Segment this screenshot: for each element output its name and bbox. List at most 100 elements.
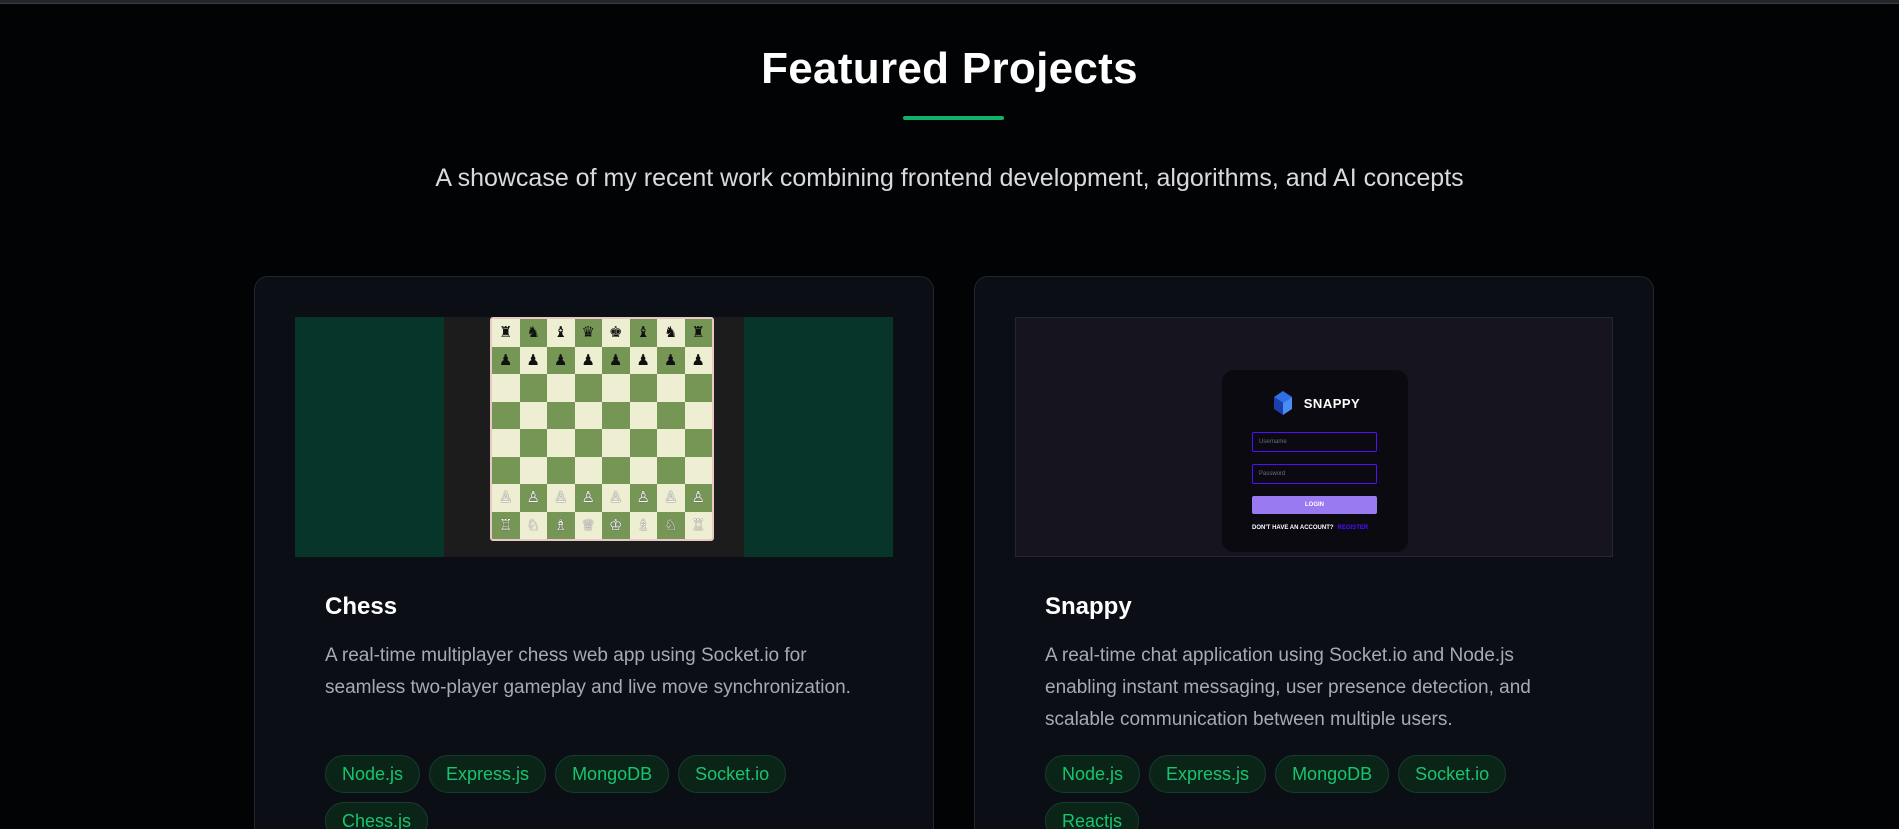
- chess-square: ♗: [547, 511, 575, 539]
- chess-square: ♗: [629, 511, 657, 539]
- snappy-login-box: SNAPPY Username Password LOGIN DON'T HAV…: [1222, 370, 1408, 552]
- tech-tag: MongoDB: [555, 755, 670, 793]
- chess-piece: ♟: [499, 350, 513, 369]
- chess-square: ♟: [657, 346, 685, 374]
- chess-square: ♜: [684, 319, 712, 347]
- tag-list: Node.js Express.js MongoDB Socket.io Che…: [325, 755, 885, 829]
- chess-piece: ♝: [554, 323, 568, 342]
- chess-piece: ♙: [664, 488, 678, 507]
- chess-square: ♜: [492, 319, 520, 347]
- project-title: Chess: [325, 593, 398, 620]
- chess-piece: ♟: [526, 350, 540, 369]
- chess-square: ♝: [547, 319, 575, 347]
- chess-square: [684, 374, 712, 402]
- chess-square: ♟: [492, 346, 520, 374]
- chess-piece: ♙: [581, 488, 595, 507]
- project-card-snappy[interactable]: SNAPPY Username Password LOGIN DON'T HAV…: [974, 276, 1654, 829]
- chess-square: ♙: [602, 484, 630, 512]
- chess-square: ♟: [684, 346, 712, 374]
- chess-square: [684, 456, 712, 484]
- tech-tag: Reactjs: [1045, 802, 1140, 829]
- snappy-brand: SNAPPY: [1222, 388, 1408, 418]
- chess-square: [629, 401, 657, 429]
- login-button: LOGIN: [1252, 496, 1377, 514]
- chess-piece: ♗: [554, 515, 568, 534]
- chess-piece: ♔: [609, 515, 623, 534]
- chess-square: [519, 429, 547, 457]
- chess-square: [684, 401, 712, 429]
- chess-piece: ♙: [499, 488, 513, 507]
- tech-tag: Express.js: [429, 755, 547, 793]
- chess-piece: ♟: [609, 350, 623, 369]
- chess-square: [574, 429, 602, 457]
- chess-square: [629, 429, 657, 457]
- chess-square: ♙: [574, 484, 602, 512]
- top-divider: [0, 0, 1899, 4]
- chess-square: [519, 374, 547, 402]
- chess-square: [547, 374, 575, 402]
- chess-square: ♘: [519, 511, 547, 539]
- chess-square: [547, 429, 575, 457]
- chess-square: [574, 456, 602, 484]
- chess-square: [657, 429, 685, 457]
- chess-piece: ♛: [581, 323, 595, 342]
- chess-piece: ♙: [636, 488, 650, 507]
- project-preview-snappy: SNAPPY Username Password LOGIN DON'T HAV…: [1015, 317, 1613, 557]
- chess-square: ♛: [574, 319, 602, 347]
- chess-square: ♖: [684, 511, 712, 539]
- chess-piece: ♜: [499, 323, 513, 342]
- project-card-chess[interactable]: ♜ ♞ ♝ ♛ ♚ ♝ ♞ ♜ ♟ ♟ ♟ ♟ ♟ ♟ ♟ ♟ ♙ ♙ ♙ ♙ ♙ ♙ ♙ ♙ ♖ ♘ ♗ ♕ ♔ ♗ ♘ ♖ Chess A…: [254, 276, 934, 829]
- chess-square: ♙: [519, 484, 547, 512]
- chess-piece: ♘: [526, 515, 540, 534]
- section-subtitle: A showcase of my recent work combining f…: [435, 164, 1464, 192]
- chess-piece: ♝: [636, 323, 650, 342]
- chess-square: ♙: [547, 484, 575, 512]
- chess-square: [547, 401, 575, 429]
- chess-square: ♙: [684, 484, 712, 512]
- chess-square: [519, 456, 547, 484]
- chess-square: ♘: [657, 511, 685, 539]
- chess-square: ♚: [602, 319, 630, 347]
- project-title: Snappy: [1045, 593, 1132, 620]
- chess-square: [492, 374, 520, 402]
- chess-square: [629, 374, 657, 402]
- register-link: REGISTER: [1337, 525, 1369, 531]
- chess-piece: ♟: [664, 350, 678, 369]
- chess-square: ♙: [657, 484, 685, 512]
- chess-piece: ♙: [554, 488, 568, 507]
- chess-square: ♟: [519, 346, 547, 374]
- chess-square: ♙: [492, 484, 520, 512]
- tech-tag: Node.js: [1045, 755, 1141, 793]
- chess-piece: ♕: [581, 515, 595, 534]
- chess-piece: ♞: [526, 323, 540, 342]
- tech-tag: Chess.js: [325, 802, 429, 829]
- chess-square: ♟: [629, 346, 657, 374]
- password-field: Password: [1252, 464, 1377, 484]
- chess-piece: ♟: [636, 350, 650, 369]
- login-footer: DON'T HAVE AN ACCOUNT? REGISTER: [1252, 525, 1368, 531]
- title-underline: [903, 116, 1004, 120]
- chess-square: [629, 456, 657, 484]
- chess-square: ♟: [602, 346, 630, 374]
- username-field: Username: [1252, 432, 1377, 452]
- snappy-brand-name: SNAPPY: [1303, 395, 1361, 411]
- chess-square: [602, 456, 630, 484]
- login-footer-text: DON'T HAVE AN ACCOUNT?: [1252, 525, 1334, 531]
- tech-tag: Node.js: [325, 755, 421, 793]
- chess-square: [602, 429, 630, 457]
- chess-square: ♝: [629, 319, 657, 347]
- chess-square: [574, 374, 602, 402]
- chess-piece: ♙: [691, 488, 705, 507]
- chess-piece: ♚: [609, 323, 623, 342]
- chess-piece: ♙: [609, 488, 623, 507]
- chess-piece: ♗: [636, 515, 650, 534]
- chess-square: [574, 401, 602, 429]
- chess-piece: ♟: [554, 350, 568, 369]
- tech-tag: Socket.io: [678, 755, 787, 793]
- chess-square: [547, 456, 575, 484]
- chess-square: ♟: [547, 346, 575, 374]
- chess-square: [657, 374, 685, 402]
- chess-square: [602, 374, 630, 402]
- project-description: A real-time multiplayer chess web app us…: [325, 645, 851, 698]
- chess-piece: ♖: [499, 515, 513, 534]
